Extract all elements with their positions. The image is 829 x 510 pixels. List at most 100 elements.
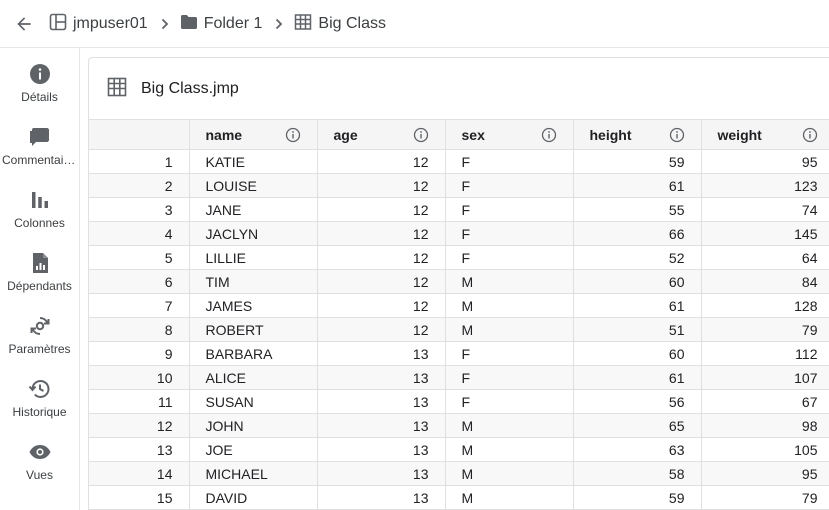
column-header-sex[interactable]: sex <box>445 119 574 150</box>
column-info-icon[interactable] <box>541 127 557 143</box>
row-number[interactable]: 12 <box>89 413 190 438</box>
cell-sex[interactable]: M <box>445 413 574 438</box>
column-info-icon[interactable] <box>413 127 429 143</box>
column-info-icon[interactable] <box>802 127 818 143</box>
row-number[interactable]: 5 <box>89 245 190 270</box>
cell-sex[interactable]: F <box>445 245 574 270</box>
column-header-name[interactable]: name <box>189 119 318 150</box>
column-info-icon[interactable] <box>669 127 685 143</box>
sidebar-item-history[interactable]: Historique <box>0 363 79 423</box>
table-row[interactable]: 2 LOUISE 12 F 61 123 <box>89 173 829 198</box>
cell-name[interactable]: JANE <box>189 197 318 222</box>
cell-sex[interactable]: M <box>445 293 574 318</box>
cell-height[interactable]: 63 <box>573 437 702 462</box>
column-header-height[interactable]: height <box>573 119 702 150</box>
table-row[interactable]: 5 LILLIE 12 F 52 64 <box>89 245 829 270</box>
cell-age[interactable]: 12 <box>317 245 446 270</box>
cell-weight[interactable]: 84 <box>701 269 829 294</box>
row-number[interactable]: 6 <box>89 269 190 294</box>
column-info-icon[interactable] <box>285 127 301 143</box>
breadcrumb-item-table[interactable]: Big Class <box>294 13 386 36</box>
cell-weight[interactable]: 79 <box>701 317 829 342</box>
cell-sex[interactable]: F <box>445 197 574 222</box>
cell-name[interactable]: JOHN <box>189 413 318 438</box>
cell-age[interactable]: 12 <box>317 221 446 246</box>
cell-name[interactable]: ROBERT <box>189 317 318 342</box>
back-arrow-icon[interactable] <box>12 12 36 36</box>
row-number[interactable]: 14 <box>89 461 190 486</box>
cell-height[interactable]: 61 <box>573 293 702 318</box>
row-number[interactable]: 8 <box>89 317 190 342</box>
cell-name[interactable]: KATIE <box>189 149 318 174</box>
row-number[interactable]: 3 <box>89 197 190 222</box>
cell-sex[interactable]: F <box>445 173 574 198</box>
cell-sex[interactable]: F <box>445 341 574 366</box>
row-number[interactable]: 9 <box>89 341 190 366</box>
cell-height[interactable]: 55 <box>573 197 702 222</box>
sidebar-item-columns[interactable]: Colonnes <box>0 174 79 234</box>
cell-age[interactable]: 13 <box>317 485 446 510</box>
cell-name[interactable]: DAVID <box>189 485 318 510</box>
breadcrumb-item-workspace[interactable]: jmpuser01 <box>49 13 148 36</box>
cell-age[interactable]: 13 <box>317 413 446 438</box>
cell-name[interactable]: BARBARA <box>189 341 318 366</box>
cell-sex[interactable]: M <box>445 461 574 486</box>
cell-name[interactable]: JAMES <box>189 293 318 318</box>
cell-age[interactable]: 12 <box>317 197 446 222</box>
cell-weight[interactable]: 95 <box>701 461 829 486</box>
cell-sex[interactable]: F <box>445 365 574 390</box>
cell-height[interactable]: 61 <box>573 173 702 198</box>
cell-age[interactable]: 13 <box>317 365 446 390</box>
sidebar-item-views[interactable]: Vues <box>0 426 79 486</box>
row-number[interactable]: 10 <box>89 365 190 390</box>
column-header-weight[interactable]: weight <box>701 119 829 150</box>
cell-name[interactable]: SUSAN <box>189 389 318 414</box>
cell-name[interactable]: TIM <box>189 269 318 294</box>
cell-name[interactable]: MICHAEL <box>189 461 318 486</box>
cell-weight[interactable]: 107 <box>701 365 829 390</box>
table-row[interactable]: 6 TIM 12 M 60 84 <box>89 269 829 294</box>
table-row[interactable]: 9 BARBARA 13 F 60 112 <box>89 341 829 366</box>
column-header-age[interactable]: age <box>317 119 446 150</box>
table-row[interactable]: 10 ALICE 13 F 61 107 <box>89 365 829 390</box>
cell-height[interactable]: 56 <box>573 389 702 414</box>
cell-height[interactable]: 59 <box>573 485 702 510</box>
cell-name[interactable]: LILLIE <box>189 245 318 270</box>
cell-sex[interactable]: M <box>445 317 574 342</box>
row-number[interactable]: 13 <box>89 437 190 462</box>
cell-weight[interactable]: 145 <box>701 221 829 246</box>
cell-weight[interactable]: 95 <box>701 149 829 174</box>
table-row[interactable]: 4 JACLYN 12 F 66 145 <box>89 221 829 246</box>
cell-height[interactable]: 65 <box>573 413 702 438</box>
cell-name[interactable]: JACLYN <box>189 221 318 246</box>
cell-sex[interactable]: M <box>445 269 574 294</box>
cell-height[interactable]: 59 <box>573 149 702 174</box>
row-number[interactable]: 4 <box>89 221 190 246</box>
cell-age[interactable]: 12 <box>317 149 446 174</box>
cell-sex[interactable]: M <box>445 485 574 510</box>
cell-weight[interactable]: 74 <box>701 197 829 222</box>
cell-height[interactable]: 66 <box>573 221 702 246</box>
row-number[interactable]: 7 <box>89 293 190 318</box>
table-row[interactable]: 12 JOHN 13 M 65 98 <box>89 413 829 438</box>
cell-weight[interactable]: 67 <box>701 389 829 414</box>
cell-name[interactable]: JOE <box>189 437 318 462</box>
cell-height[interactable]: 60 <box>573 341 702 366</box>
row-number[interactable]: 1 <box>89 149 190 174</box>
cell-height[interactable]: 51 <box>573 317 702 342</box>
sidebar-item-settings[interactable]: Paramètres <box>0 300 79 360</box>
row-number[interactable]: 11 <box>89 389 190 414</box>
cell-weight[interactable]: 105 <box>701 437 829 462</box>
table-row[interactable]: 11 SUSAN 13 F 56 67 <box>89 389 829 414</box>
table-row[interactable]: 7 JAMES 12 M 61 128 <box>89 293 829 318</box>
cell-age[interactable]: 13 <box>317 341 446 366</box>
cell-weight[interactable]: 123 <box>701 173 829 198</box>
cell-weight[interactable]: 128 <box>701 293 829 318</box>
table-row[interactable]: 15 DAVID 13 M 59 79 <box>89 485 829 510</box>
cell-sex[interactable]: M <box>445 437 574 462</box>
cell-weight[interactable]: 79 <box>701 485 829 510</box>
breadcrumb-item-folder[interactable]: Folder 1 <box>180 14 262 35</box>
sidebar-item-details[interactable]: Détails <box>0 48 79 108</box>
cell-age[interactable]: 12 <box>317 269 446 294</box>
sidebar-item-comments[interactable]: Commentaires <box>0 111 79 171</box>
